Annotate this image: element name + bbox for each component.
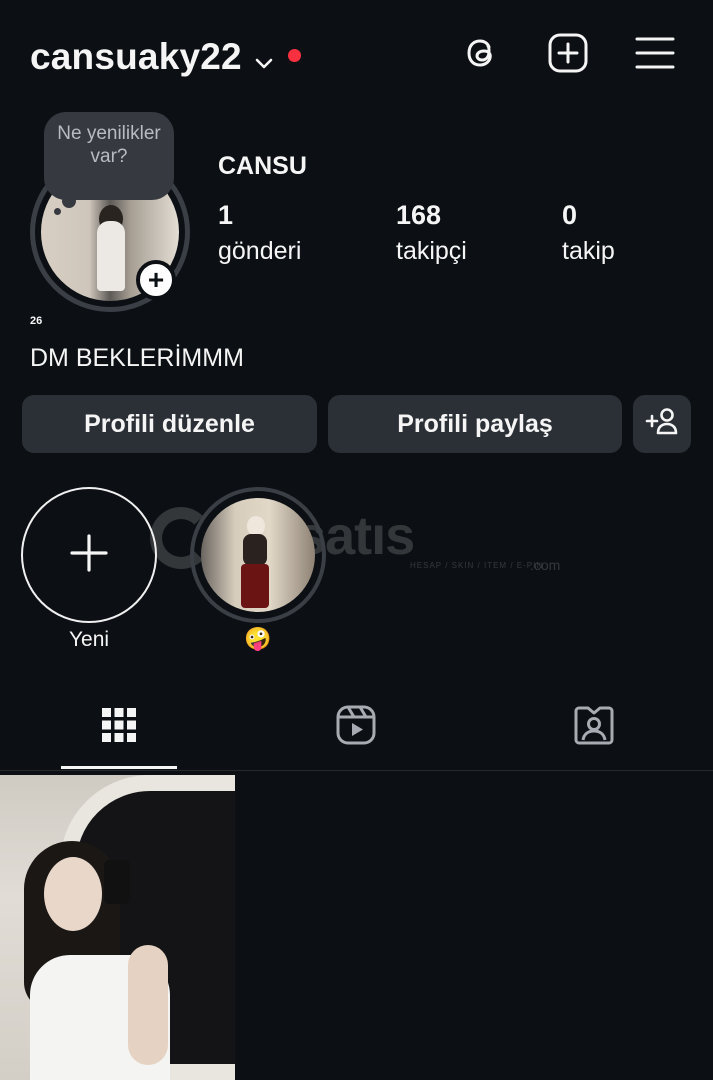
highlight-label: 🤪 <box>244 626 272 651</box>
post-thumbnail[interactable] <box>0 775 235 1080</box>
active-tab-indicator <box>61 766 177 769</box>
chevron-down-icon <box>254 38 274 80</box>
note-bubble[interactable]: Ne yenilikler var? <box>44 112 174 200</box>
posts-label: gönderi <box>218 237 302 265</box>
new-highlight-label: Yeni <box>68 628 110 651</box>
reels-icon[interactable] <box>335 704 377 746</box>
age-badge: 26 <box>30 315 43 327</box>
menu-icon[interactable] <box>634 32 676 74</box>
create-post-icon[interactable] <box>547 32 589 74</box>
top-bar: cansuaky22 <box>0 0 713 110</box>
plus-icon <box>69 533 109 578</box>
edit-profile-button[interactable]: Profili düzenle <box>22 395 317 453</box>
watermark-subtext: HESAP / SKIN / ITEM / E-PIN <box>410 561 544 570</box>
display-name: CANSU <box>218 152 307 180</box>
account-switcher[interactable]: cansuaky22 <box>30 34 301 80</box>
profile-tabs <box>0 690 713 771</box>
add-person-icon <box>645 407 679 442</box>
posts-stat[interactable]: 1 gönderi <box>218 200 301 266</box>
bio: DM BEKLERİMMM <box>30 344 244 372</box>
note-bubble-tail-dot <box>54 208 61 215</box>
note-bubble-tail <box>62 194 76 208</box>
grid-icon[interactable] <box>98 704 140 746</box>
watermark-suffix: .com <box>530 557 561 573</box>
notification-dot <box>287 48 301 62</box>
following-stat[interactable]: 0 takip <box>562 200 615 266</box>
followers-count: 168 <box>396 200 442 230</box>
share-profile-button[interactable]: Profili paylaş <box>328 395 622 453</box>
add-story-icon[interactable]: + <box>136 260 176 300</box>
tagged-icon[interactable] <box>573 704 615 746</box>
followers-stat[interactable]: 168 takipçi <box>396 200 467 266</box>
threads-icon[interactable] <box>460 32 502 74</box>
new-highlight-button[interactable] <box>21 487 157 623</box>
following-label: takip <box>562 237 615 265</box>
posts-count: 1 <box>218 200 234 230</box>
discover-people-button[interactable] <box>633 395 691 453</box>
following-count: 0 <box>562 200 578 230</box>
followers-label: takipçi <box>396 237 467 265</box>
username: cansuaky22 <box>30 36 242 77</box>
highlight-cover[interactable] <box>201 498 315 612</box>
